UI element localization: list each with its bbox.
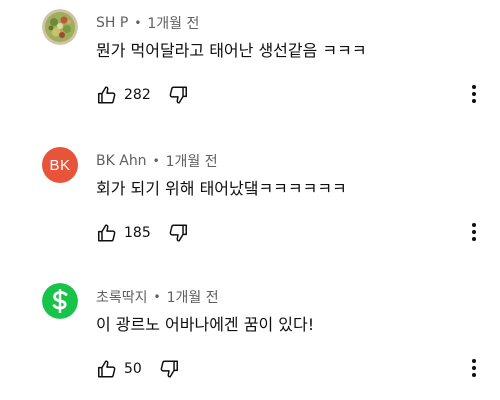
dollar-sign-avatar-icon — [42, 283, 78, 319]
avatar[interactable] — [42, 9, 78, 45]
thumbs-up-icon — [98, 360, 116, 378]
comment-author[interactable]: 초록딱지 — [96, 287, 148, 307]
comment-actions: 282 — [96, 84, 189, 106]
comment-item: SH P • 1개월 전 뭔가 먹어달라고 태어난 생선같음 ㅋㅋㅋ 282 — [0, 0, 500, 132]
comment-meta: BK Ahn • 1개월 전 — [96, 151, 218, 171]
comment-text: 이 광르노 어바나에겐 꿈이 있다! — [96, 315, 315, 334]
more-options-icon[interactable] — [468, 220, 480, 244]
comment-time[interactable]: 1개월 전 — [166, 151, 218, 171]
comment-time[interactable]: 1개월 전 — [167, 287, 219, 307]
comment-actions: 185 — [96, 222, 189, 244]
like-button[interactable]: 282 — [96, 84, 151, 106]
thumbs-down-icon — [169, 86, 187, 104]
like-count: 50 — [124, 361, 142, 377]
comment-actions: 50 — [96, 358, 180, 380]
avatar-initials: BK — [49, 156, 71, 174]
like-button[interactable]: 50 — [96, 358, 142, 380]
comment-meta: SH P • 1개월 전 — [96, 13, 199, 33]
comment-author[interactable]: BK Ahn — [96, 153, 147, 169]
avatar[interactable] — [42, 283, 78, 319]
more-options-icon[interactable] — [468, 82, 480, 106]
comment-meta: 초록딱지 • 1개월 전 — [96, 287, 219, 307]
meta-separator: • — [152, 154, 160, 168]
comment-author[interactable]: SH P — [96, 15, 128, 31]
thumbs-up-icon — [98, 224, 116, 242]
dislike-button[interactable] — [167, 84, 189, 106]
comments-list: SH P • 1개월 전 뭔가 먹어달라고 태어난 생선같음 ㅋㅋㅋ 282 B… — [0, 0, 500, 400]
thumbs-up-icon — [98, 86, 116, 104]
comment-text: 회가 되기 위해 태어났댘ㅋㅋㅋㅋㅋㅋ — [96, 179, 347, 198]
thumbs-down-icon — [160, 360, 178, 378]
dislike-button[interactable] — [158, 358, 180, 380]
salad-photo-avatar-icon — [42, 9, 78, 45]
like-button[interactable]: 185 — [96, 222, 151, 244]
dislike-button[interactable] — [167, 222, 189, 244]
thumbs-down-icon — [169, 224, 187, 242]
like-count: 185 — [124, 225, 151, 241]
meta-separator: • — [134, 16, 142, 30]
meta-separator: • — [153, 290, 161, 304]
comment-time[interactable]: 1개월 전 — [147, 13, 199, 33]
comment-text: 뭔가 먹어달라고 태어난 생선같음 ㅋㅋㅋ — [96, 41, 367, 60]
avatar[interactable]: BK — [42, 147, 78, 183]
comment-item: 초록딱지 • 1개월 전 이 광르노 어바나에겐 꿈이 있다! 50 — [0, 274, 500, 400]
like-count: 282 — [124, 87, 151, 103]
comment-item: BK BK Ahn • 1개월 전 회가 되기 위해 태어났댘ㅋㅋㅋㅋㅋㅋ 18… — [0, 138, 500, 270]
more-options-icon[interactable] — [468, 356, 480, 380]
